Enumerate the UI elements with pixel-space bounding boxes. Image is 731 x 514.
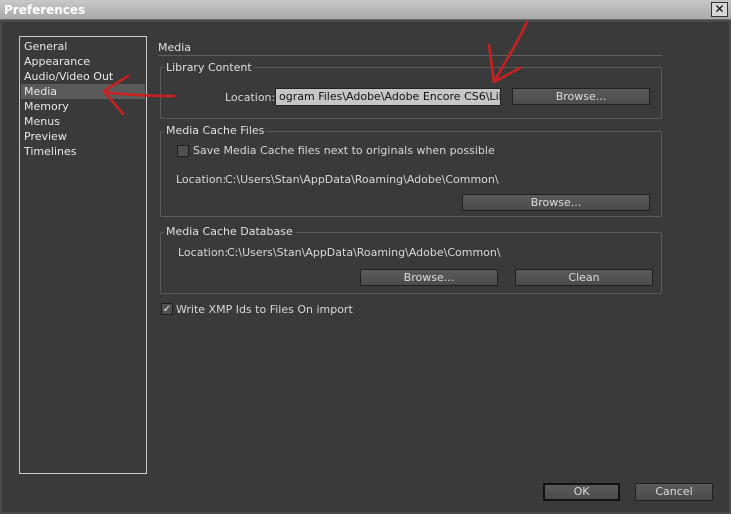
media-cache-files-title: Media Cache Files — [164, 124, 267, 137]
sidebar-item-preview[interactable]: Preview — [21, 129, 145, 144]
sidebar-item-general[interactable]: General — [21, 39, 145, 54]
sidebar-item-timelines[interactable]: Timelines — [21, 144, 145, 159]
cache-db-location-value: C:\Users\Stan\AppData\Roaming\Adobe\Comm… — [227, 246, 501, 259]
sidebar-item-audio-video-out[interactable]: Audio/Video Out — [21, 69, 145, 84]
library-browse-button[interactable]: Browse... — [512, 88, 650, 105]
sidebar-item-memory[interactable]: Memory — [21, 99, 145, 114]
library-location-field[interactable]: ogram Files\Adobe\Adobe Encore CS6\Libra… — [275, 88, 501, 106]
cache-files-browse-button[interactable]: Browse... — [462, 194, 650, 211]
section-divider — [158, 55, 662, 56]
section-title: Media — [158, 41, 192, 54]
library-content-title: Library Content — [164, 61, 254, 74]
ok-button[interactable]: OK — [543, 483, 620, 501]
cache-files-location-value: C:\Users\Stan\AppData\Roaming\Adobe\Comm… — [225, 173, 499, 186]
cache-files-location-label: Location: — [176, 173, 227, 186]
window-title: Preferences — [4, 3, 86, 17]
media-cache-database-title: Media Cache Database — [164, 225, 295, 238]
save-next-to-originals-checkbox[interactable] — [177, 145, 189, 157]
save-next-to-originals-label: Save Media Cache files next to originals… — [193, 144, 495, 157]
sidebar-item-media[interactable]: Media — [21, 84, 145, 99]
category-list[interactable]: General Appearance Audio/Video Out Media… — [19, 36, 147, 474]
write-xmp-checkbox[interactable]: ✓ — [161, 303, 173, 315]
cache-db-clean-button[interactable]: Clean — [515, 269, 653, 286]
cache-db-browse-button[interactable]: Browse... — [360, 269, 498, 286]
sidebar-item-menus[interactable]: Menus — [21, 114, 145, 129]
title-bar: Preferences ✕ — [0, 0, 731, 20]
sidebar-item-appearance[interactable]: Appearance — [21, 54, 145, 69]
close-button[interactable]: ✕ — [711, 2, 728, 17]
cancel-button[interactable]: Cancel — [635, 483, 713, 501]
cache-db-location-label: Location: — [178, 246, 229, 259]
library-location-label: Location: — [225, 91, 276, 104]
write-xmp-label: Write XMP Ids to Files On import — [176, 303, 353, 316]
